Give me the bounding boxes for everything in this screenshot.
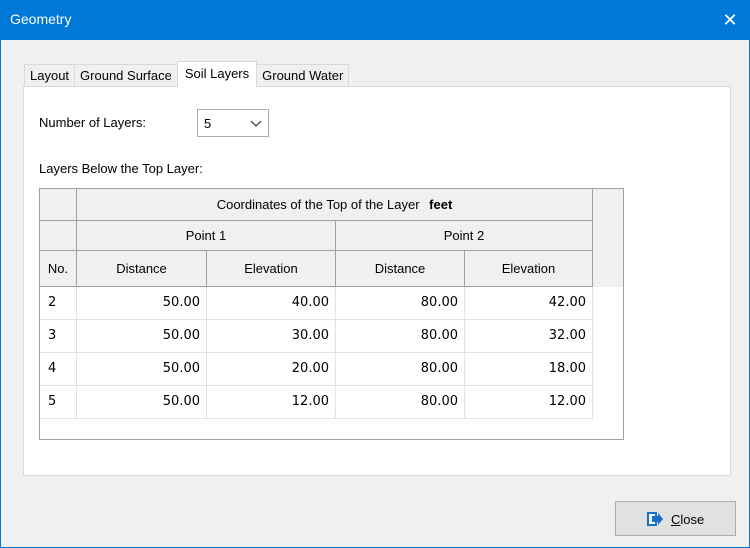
- row-2-elevation-1[interactable]: 40.00: [207, 287, 336, 320]
- row-3-distance-2[interactable]: 80.00: [336, 320, 465, 353]
- close-accelerator: C: [671, 512, 681, 527]
- col-elevation-1-header: Elevation: [207, 251, 336, 287]
- row-4-distance-1[interactable]: 50.00: [77, 353, 207, 386]
- row-4-distance-2[interactable]: 80.00: [336, 353, 465, 386]
- layers-table: Coordinates of the Top of the Layer feet…: [39, 188, 624, 440]
- row-5-no: 5: [40, 386, 77, 419]
- tab-ground-water[interactable]: Ground Water: [256, 64, 350, 87]
- corner-header-2: [40, 221, 77, 251]
- col-distance-2-header: Distance: [336, 251, 465, 287]
- exit-door-icon: [647, 512, 663, 526]
- chevron-down-icon: [250, 120, 262, 127]
- row-4-elevation-1[interactable]: 20.00: [207, 353, 336, 386]
- layers-below-label: Layers Below the Top Layer:: [39, 161, 203, 176]
- point-2-header: Point 2: [336, 221, 593, 251]
- col-distance-1-header: Distance: [77, 251, 207, 287]
- row-2-distance-1[interactable]: 50.00: [77, 287, 207, 320]
- row-5-distance-2[interactable]: 80.00: [336, 386, 465, 419]
- row-4-elevation-2[interactable]: 18.00: [465, 353, 593, 386]
- row-3-distance-1[interactable]: 50.00: [77, 320, 207, 353]
- row-2-elevation-2[interactable]: 42.00: [465, 287, 593, 320]
- row-4-no: 4: [40, 353, 77, 386]
- unit-label: feet: [429, 197, 453, 212]
- title-bar: Geometry ✕: [0, 0, 750, 40]
- tab-strip: Layout Ground Surface Soil Layers Ground…: [24, 61, 350, 87]
- row-2-no: 2: [40, 287, 77, 320]
- row-3-elevation-1[interactable]: 30.00: [207, 320, 336, 353]
- window-close-icon[interactable]: ✕: [710, 0, 750, 40]
- row-2-distance-2[interactable]: 80.00: [336, 287, 465, 320]
- close-button-label: Close: [671, 512, 704, 527]
- row-3-no: 3: [40, 320, 77, 353]
- col-no-header: No.: [40, 251, 77, 287]
- tab-soil-layers[interactable]: Soil Layers: [176, 61, 258, 87]
- row-5-distance-1[interactable]: 50.00: [77, 386, 207, 419]
- close-label-rest: lose: [680, 512, 705, 527]
- row-5-elevation-2[interactable]: 12.00: [465, 386, 593, 419]
- tab-layout[interactable]: Layout: [24, 64, 76, 87]
- window-title: Geometry: [10, 11, 72, 27]
- point-1-header: Point 1: [77, 221, 336, 251]
- tab-ground-surface[interactable]: Ground Surface: [74, 64, 178, 87]
- close-button[interactable]: Close: [615, 501, 736, 536]
- coordinates-header: Coordinates of the Top of the Layer feet: [77, 189, 593, 221]
- coordinates-header-text: Coordinates of the Top of the Layer: [216, 197, 420, 212]
- row-3-elevation-2[interactable]: 32.00: [465, 320, 593, 353]
- number-of-layers-label: Number of Layers:: [39, 115, 146, 130]
- number-of-layers-value: 5: [204, 116, 212, 131]
- number-of-layers-select[interactable]: 5: [197, 109, 269, 137]
- col-elevation-2-header: Elevation: [465, 251, 593, 287]
- row-5-elevation-1[interactable]: 12.00: [207, 386, 336, 419]
- corner-header: [40, 189, 77, 221]
